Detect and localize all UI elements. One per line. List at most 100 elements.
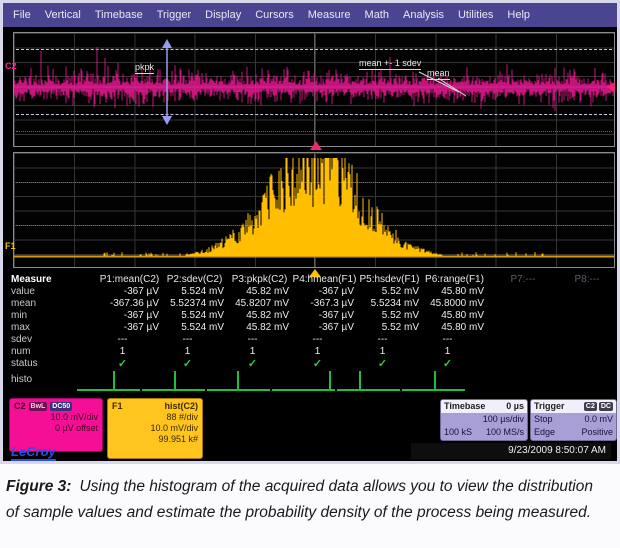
lecroy-logo: LeCroy — [11, 444, 56, 461]
histicon-spike — [113, 371, 115, 391]
measure-param-header[interactable]: P5:hsdev(F1) — [357, 274, 422, 286]
measure-num-cell: 1 — [97, 346, 162, 358]
measure-mean-cell: 5.5234 mV — [357, 298, 422, 310]
f1-counts-per-div: 88 #/div — [112, 412, 198, 423]
oscilloscope-screenshot: File Vertical Timebase Trigger Display Cursor… — [0, 0, 620, 464]
mean-sdev-annotation: mean +- 1 sdev — [359, 59, 421, 70]
scope-screen: File Vertical Timebase Trigger Display Cursor… — [3, 3, 617, 461]
timebase-samples: 100 kS — [444, 426, 472, 439]
timebase-rate: 100 MS/s — [486, 426, 524, 439]
trigger-source-badge: C2 — [584, 402, 597, 411]
histicon — [402, 369, 465, 393]
measure-value-cell: 5.524 mV — [162, 286, 227, 298]
measure-num-cell — [487, 346, 559, 358]
measure-min-cell: 45.82 mV — [227, 310, 292, 322]
measure-max-cell: -367 µV — [97, 322, 162, 334]
measure-row-label: value — [9, 286, 97, 298]
measure-min-cell: -367 µV — [97, 310, 162, 322]
measure-mean-cell: -367.36 µV — [97, 298, 162, 310]
figure-caption: Figure 3:Using the histogram of the acqu… — [0, 464, 612, 532]
timebase-descriptor[interactable]: Timebase 0 µs 100 µs/div 100 kS 100 MS/s — [440, 399, 528, 441]
trigger-position-marker-icon[interactable] — [310, 141, 322, 150]
measure-min-cell: 5.52 mV — [357, 310, 422, 322]
bandwidth-limit-badge: BwL — [29, 402, 48, 411]
trigger-mode: Stop — [534, 413, 553, 426]
measure-table: MeasureP1:mean(C2)P2:sdev(C2)P3:pkpk(C2)… — [9, 274, 615, 370]
f1-scale: 10.0 mV/div — [112, 423, 198, 434]
timebase-scale: 100 µs/div — [483, 413, 524, 426]
histicon-spike — [237, 371, 239, 391]
measure-max-cell: 45.80 mV — [422, 322, 487, 334]
measure-value-cell: 45.80 mV — [422, 286, 487, 298]
measure-sdev-cell: --- — [422, 334, 487, 346]
waveform-grid — [13, 32, 615, 147]
c2-volts-per-div: 10.0 mV/div — [14, 412, 98, 423]
measure-sdev-cell — [559, 334, 615, 346]
trigger-title: Trigger — [534, 401, 565, 412]
measure-sdev-cell: --- — [162, 334, 227, 346]
menu-display[interactable]: Display — [205, 9, 241, 21]
menu-vertical[interactable]: Vertical — [45, 9, 81, 21]
measure-num-cell — [559, 346, 615, 358]
measure-sdev-cell: --- — [227, 334, 292, 346]
measure-max-cell — [487, 322, 559, 334]
menu-math[interactable]: Math — [365, 9, 389, 21]
histogram-trace — [14, 153, 614, 267]
measure-num-cell: 1 — [162, 346, 227, 358]
measure-row-label: max — [9, 322, 97, 334]
f1-box-label: F1 — [112, 401, 123, 412]
measure-min-cell: -367 µV — [292, 310, 357, 322]
trace-f1-label: F1 — [5, 241, 16, 251]
measure-min-cell: 5.524 mV — [162, 310, 227, 322]
measure-mean-cell — [487, 298, 559, 310]
menu-cursors[interactable]: Cursors — [255, 9, 294, 21]
measure-min-cell — [559, 310, 615, 322]
measure-param-header[interactable]: P3:pkpk(C2) — [227, 274, 292, 286]
measure-num-cell: 1 — [292, 346, 357, 358]
measure-sdev-cell: --- — [97, 334, 162, 346]
measure-mean-cell: 45.8000 mV — [422, 298, 487, 310]
trigger-coupling-badge: DC — [599, 402, 613, 411]
histicon — [337, 369, 400, 393]
menu-file[interactable]: File — [13, 9, 31, 21]
histicon — [272, 369, 335, 393]
menu-utilities[interactable]: Utilities — [458, 9, 493, 21]
measure-param-header[interactable]: P2:sdev(C2) — [162, 274, 227, 286]
measure-param-header[interactable]: P7:--- — [487, 274, 559, 286]
measure-param-header[interactable]: P4:hmean(F1) — [292, 274, 357, 286]
measure-row-label: min — [9, 310, 97, 322]
measure-param-header[interactable]: P8:--- — [559, 274, 615, 286]
menu-timebase[interactable]: Timebase — [95, 9, 143, 21]
measure-param-header[interactable]: P1:mean(C2) — [97, 274, 162, 286]
measure-sdev-cell: --- — [292, 334, 357, 346]
measure-row-label: num — [9, 346, 97, 358]
histo-row-label: histo — [11, 374, 32, 385]
timestamp: 9/23/2009 8:50:07 AM — [411, 443, 611, 459]
menu-trigger[interactable]: Trigger — [157, 9, 191, 21]
timebase-title: Timebase — [444, 401, 485, 412]
measure-max-cell: 45.82 mV — [227, 322, 292, 334]
figure-caption-label: Figure 3: — [6, 478, 71, 495]
measure-row-label: sdev — [9, 334, 97, 346]
status-check-icon — [559, 358, 615, 370]
measure-param-header[interactable]: P6:range(F1) — [422, 274, 487, 286]
status-check-icon — [487, 358, 559, 370]
histicon-spike — [174, 371, 176, 391]
trace-f1-descriptor[interactable]: F1 hist(C2) 88 #/div 10.0 mV/div 99.951 … — [107, 398, 203, 459]
measure-max-cell: -367 µV — [292, 322, 357, 334]
trigger-level: 0.0 mV — [584, 413, 613, 426]
menu-measure[interactable]: Measure — [308, 9, 351, 21]
trigger-level-marker-icon[interactable] — [607, 82, 615, 92]
measure-max-cell — [559, 322, 615, 334]
measure-sdev-cell: --- — [357, 334, 422, 346]
measure-num-cell: 1 — [357, 346, 422, 358]
trigger-slope: Positive — [581, 426, 613, 439]
menu-help[interactable]: Help — [507, 9, 530, 21]
measure-title: Measure — [9, 274, 97, 286]
measure-num-cell: 1 — [422, 346, 487, 358]
f1-population: 99.951 k# — [112, 434, 198, 445]
menu-analysis[interactable]: Analysis — [403, 9, 444, 21]
measure-mean-cell — [559, 298, 615, 310]
c2-box-label: C2 — [14, 401, 26, 412]
trigger-descriptor[interactable]: Trigger C2 DC Stop 0.0 mV Edge Positive — [530, 399, 617, 441]
